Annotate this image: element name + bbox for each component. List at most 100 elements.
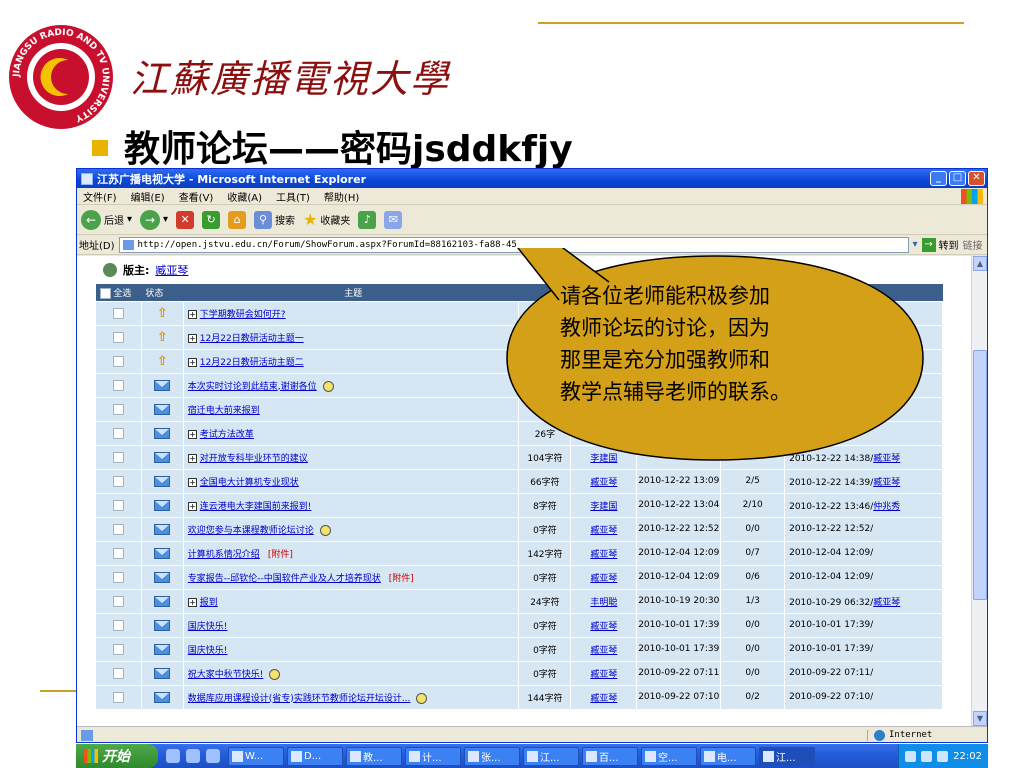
taskbar-button[interactable]: 计... <box>405 746 461 766</box>
thread-title-link[interactable]: 对开放专科毕业环节的建议 <box>200 454 308 464</box>
row-checkbox[interactable] <box>112 379 124 391</box>
taskbar-button[interactable]: W... <box>228 746 284 766</box>
stop-icon[interactable]: ✕ <box>176 210 195 229</box>
taskbar-button[interactable]: 空... <box>641 746 697 766</box>
thread-title-link[interactable]: 连云港电大李建国前来报到! <box>200 502 312 512</box>
volume-tray-icon[interactable] <box>921 750 933 762</box>
author-link[interactable]: 臧亚琴 <box>590 622 617 632</box>
thread-title-link[interactable]: 数据库应用课程设计(省专)实践环节教师论坛开坛设计... <box>188 694 411 704</box>
start-button[interactable]: 开始 <box>76 744 158 768</box>
moderator-link[interactable]: 臧亚琴 <box>155 262 188 278</box>
security-tray-icon[interactable] <box>937 750 949 762</box>
favorites-button[interactable]: ★ 收藏夹 <box>303 210 350 229</box>
menu-edit[interactable]: 编辑(E) <box>131 189 165 204</box>
thread-title-link[interactable]: 12月22日教研活动主题二 <box>200 358 304 368</box>
expand-plus-icon[interactable]: + <box>187 453 197 463</box>
taskbar-button[interactable]: 百... <box>582 746 638 766</box>
author-link[interactable]: 臧亚琴 <box>590 694 617 704</box>
expand-plus-icon[interactable]: + <box>187 501 197 511</box>
thread-title-link[interactable]: 国庆快乐! <box>188 622 228 632</box>
author-link[interactable]: 李建国 <box>590 502 617 512</box>
minimize-button[interactable]: _ <box>930 171 947 186</box>
row-checkbox[interactable] <box>112 523 124 535</box>
last-poster-link[interactable]: 仲兆秀 <box>873 502 900 512</box>
close-button[interactable]: ✕ <box>968 171 985 186</box>
window-titlebar[interactable]: 江苏广播电视大学 - Microsoft Internet Explorer _… <box>77 169 987 188</box>
thread-title-link[interactable]: 专家报告--邱钦伦--中国软件产业及人才培养现状 <box>188 574 381 584</box>
thread-title-link[interactable]: 报到 <box>200 598 218 608</box>
search-button[interactable]: ⚲ 搜索 <box>254 210 295 229</box>
author-link[interactable]: 臧亚琴 <box>590 574 617 584</box>
last-poster-link[interactable]: 臧亚琴 <box>873 478 900 488</box>
media-quicklaunch-icon[interactable] <box>186 749 200 763</box>
refresh-icon[interactable]: ↻ <box>202 210 221 229</box>
row-checkbox[interactable] <box>112 547 124 559</box>
thread-title-link[interactable]: 计算机系情况介绍 <box>188 550 260 560</box>
expand-plus-icon[interactable]: + <box>187 333 197 343</box>
forward-button[interactable]: → ▾ <box>140 209 168 230</box>
menu-view[interactable]: 查看(V) <box>179 189 214 204</box>
author-link[interactable]: 臧亚琴 <box>590 670 617 680</box>
row-checkbox[interactable] <box>112 643 124 655</box>
media-icon[interactable]: ♪ <box>358 210 377 229</box>
expand-plus-icon[interactable]: + <box>187 309 197 319</box>
expand-plus-icon[interactable]: + <box>187 357 197 367</box>
expand-plus-icon[interactable]: + <box>187 477 197 487</box>
back-button[interactable]: ← 后退 ▾ <box>81 209 132 230</box>
expand-plus-icon[interactable]: + <box>187 429 197 439</box>
app-quicklaunch-icon[interactable] <box>206 749 220 763</box>
ie-quicklaunch-icon[interactable] <box>166 749 180 763</box>
thread-title-link[interactable]: 宿迁电大前来报到 <box>188 406 260 416</box>
row-checkbox[interactable] <box>112 427 124 439</box>
thread-title-link[interactable]: 考试方法改革 <box>200 430 254 440</box>
last-poster-link[interactable]: 臧亚琴 <box>873 598 900 608</box>
thread-title-link[interactable]: 全国电大计算机专业现状 <box>200 478 299 488</box>
taskbar-button[interactable]: 江... <box>759 746 815 766</box>
thread-title-link[interactable]: 祝大家中秋节快乐! <box>188 670 264 680</box>
taskbar-button[interactable]: D... <box>287 746 343 766</box>
windows-flag-icon <box>84 749 98 763</box>
row-checkbox[interactable] <box>112 355 124 367</box>
thread-title-link[interactable]: 下学期教研会如何开? <box>200 310 286 320</box>
mail-icon[interactable]: ✉ <box>384 210 403 229</box>
expand-plus-icon[interactable]: + <box>187 597 197 607</box>
row-checkbox[interactable] <box>112 571 124 583</box>
taskbar-button[interactable]: 教... <box>346 746 402 766</box>
select-all-header[interactable]: 全选 <box>95 284 142 301</box>
menu-favorites[interactable]: 收藏(A) <box>227 189 262 204</box>
row-checkbox[interactable] <box>112 691 124 703</box>
row-checkbox[interactable] <box>112 595 124 607</box>
menu-file[interactable]: 文件(F) <box>83 189 117 204</box>
row-checkbox[interactable] <box>112 451 124 463</box>
author-link[interactable]: 丰明聪 <box>590 598 617 608</box>
row-checkbox[interactable] <box>112 499 124 511</box>
scroll-thumb[interactable] <box>973 350 987 600</box>
author-link[interactable]: 臧亚琴 <box>590 478 617 488</box>
author-link[interactable]: 臧亚琴 <box>590 526 617 536</box>
row-checkbox[interactable] <box>112 619 124 631</box>
taskbar-button[interactable]: 张... <box>464 746 520 766</box>
row-checkbox[interactable] <box>112 475 124 487</box>
menu-help[interactable]: 帮助(H) <box>324 189 359 204</box>
row-checkbox[interactable] <box>112 403 124 415</box>
thread-title-link[interactable]: 国庆快乐! <box>188 646 228 656</box>
thread-title-link[interactable]: 本次实时讨论到此结束,谢谢各位 <box>188 382 317 392</box>
home-icon[interactable]: ⌂ <box>228 210 247 229</box>
vertical-scrollbar[interactable]: ▲ ▼ <box>971 256 987 726</box>
author-link[interactable]: 臧亚琴 <box>590 646 617 656</box>
scroll-down-icon[interactable]: ▼ <box>973 711 987 726</box>
row-checkbox[interactable] <box>112 331 124 343</box>
scroll-up-icon[interactable]: ▲ <box>973 256 987 271</box>
menu-tools[interactable]: 工具(T) <box>276 189 310 204</box>
taskbar-button[interactable]: 电... <box>700 746 756 766</box>
thread-title-link[interactable]: 欢迎您参与本课程教师论坛讨论 <box>188 526 314 536</box>
author-link[interactable]: 臧亚琴 <box>590 550 617 560</box>
links-label[interactable]: 链接 <box>963 237 983 252</box>
taskbar-button[interactable]: 江... <box>523 746 579 766</box>
select-all-checkbox[interactable] <box>99 287 111 299</box>
row-checkbox[interactable] <box>112 667 124 679</box>
thread-title-link[interactable]: 12月22日教研活动主题一 <box>200 334 304 344</box>
maximize-button[interactable]: □ <box>949 171 966 186</box>
row-checkbox[interactable] <box>112 307 124 319</box>
network-tray-icon[interactable] <box>905 750 917 762</box>
